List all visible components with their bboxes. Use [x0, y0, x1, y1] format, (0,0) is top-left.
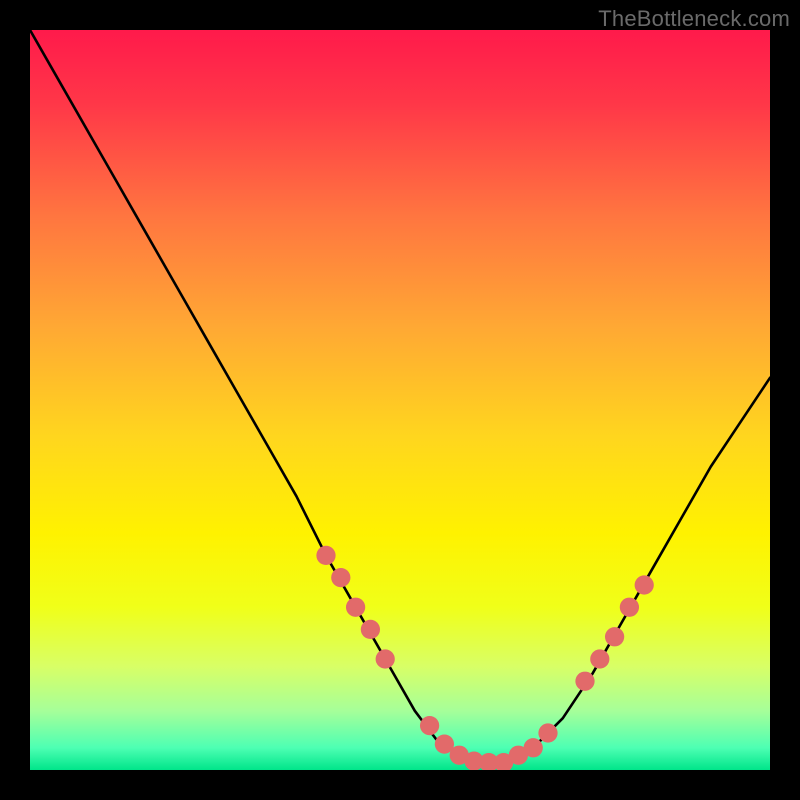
plot-area: [30, 30, 770, 770]
highlight-marker: [590, 649, 609, 668]
highlight-marker: [635, 575, 654, 594]
highlight-marker: [420, 716, 439, 735]
highlight-marker: [575, 672, 594, 691]
highlight-marker: [524, 738, 543, 757]
highlight-marker: [331, 568, 350, 587]
watermark-text: TheBottleneck.com: [598, 6, 790, 32]
gradient-background: [30, 30, 770, 770]
chart-container: TheBottleneck.com: [0, 0, 800, 800]
highlight-marker: [376, 649, 395, 668]
highlight-marker: [346, 598, 365, 617]
highlight-marker: [538, 723, 557, 742]
highlight-marker: [361, 620, 380, 639]
chart-svg: [30, 30, 770, 770]
highlight-marker: [605, 627, 624, 646]
highlight-marker: [316, 546, 335, 565]
highlight-marker: [620, 598, 639, 617]
